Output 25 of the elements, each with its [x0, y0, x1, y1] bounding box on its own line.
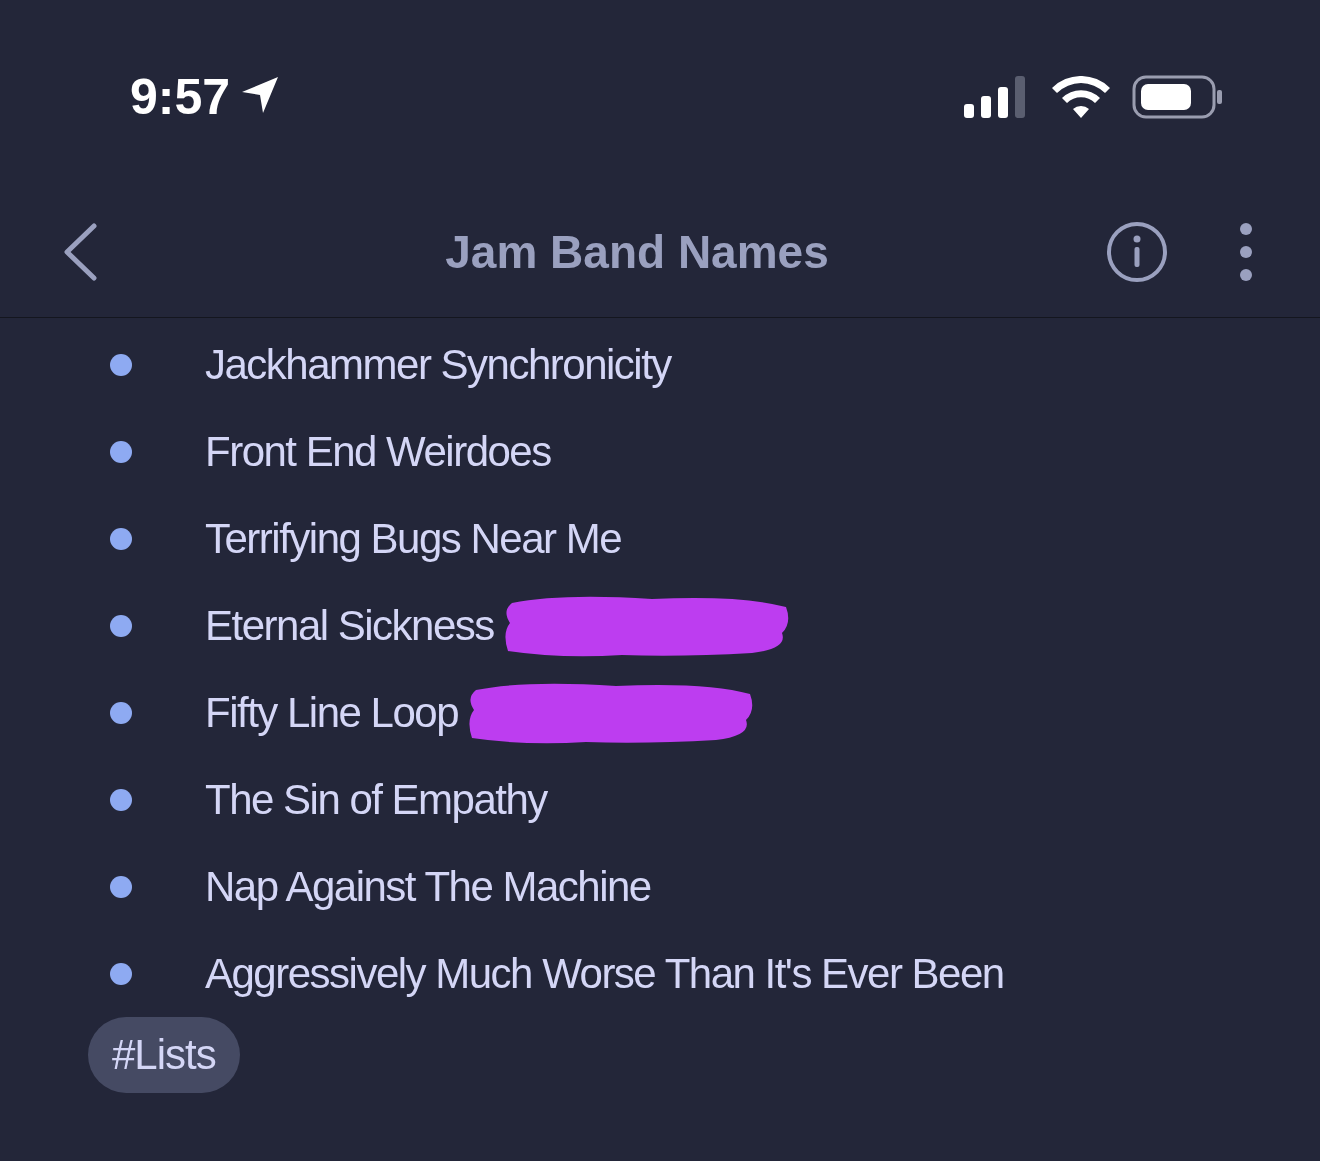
battery-icon: [1132, 75, 1224, 119]
bullet-icon: [110, 788, 132, 811]
wifi-icon: [1052, 76, 1110, 118]
list-item-text: Jackhammer Synchronicity: [205, 340, 671, 389]
bullet-icon: [110, 962, 132, 985]
info-icon[interactable]: [1106, 220, 1168, 283]
list-item-text: Nap Against The Machine: [205, 862, 651, 911]
more-options-icon[interactable]: [1238, 221, 1254, 282]
bullet-icon: [110, 701, 132, 724]
list-item-text: Terrifying Bugs Near Me: [205, 514, 621, 563]
bullet-icon: [110, 353, 132, 376]
bullet-icon: [110, 440, 132, 463]
bullet-icon: [110, 527, 132, 550]
location-arrow-icon: [240, 75, 281, 115]
bullet-icon: [110, 875, 132, 898]
status-time: 9:57: [130, 68, 231, 126]
bullet-icon: [110, 614, 132, 637]
note-title: Jam Band Names: [444, 224, 830, 279]
list-item-text: Fifty Line Loop: [205, 688, 458, 737]
list-item-text: Aggressively Much Worse Than It's Ever Been: [205, 949, 1004, 998]
list-item-text: The Sin of Empathy: [205, 775, 547, 824]
list-item-text: Front End Weirdoes: [205, 427, 551, 476]
list-item-text: Eternal Sickness: [205, 601, 494, 650]
back-icon[interactable]: [62, 222, 98, 281]
tag-chip[interactable]: #Lists: [88, 1017, 240, 1093]
